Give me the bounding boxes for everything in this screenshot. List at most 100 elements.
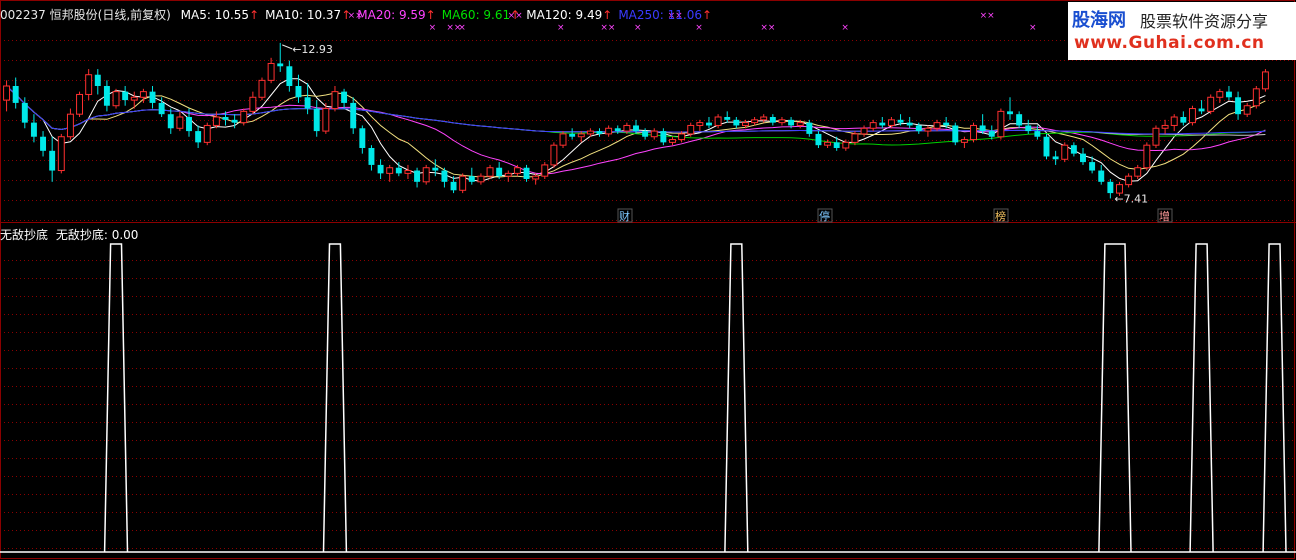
candle-body-up bbox=[76, 93, 84, 115]
candle-body-up bbox=[559, 133, 567, 146]
candle-body-down bbox=[897, 119, 904, 123]
candle-body-up bbox=[623, 124, 631, 132]
candle-body-up bbox=[751, 119, 759, 124]
ma-legend: MA5: 10.55↑ MA10: 10.37↑ MA20: 9.59↑ MA60: … bbox=[175, 8, 712, 22]
candle-body-up bbox=[240, 110, 248, 124]
candle-body-up bbox=[66, 113, 74, 138]
event-marker-0: 财 bbox=[619, 209, 630, 223]
indicator-spike bbox=[1189, 243, 1214, 553]
candle-body-down bbox=[706, 122, 712, 126]
ma-label: MA20: 9.59↑ bbox=[357, 8, 436, 22]
signal-x-marker: × bbox=[634, 23, 642, 33]
candle-body-up bbox=[249, 96, 257, 112]
candle-body-down bbox=[806, 122, 813, 134]
stock-code: 002237 bbox=[0, 8, 46, 22]
ma-label: MA250: 11.06↑ bbox=[618, 8, 713, 22]
ma-up-arrow: ↑ bbox=[702, 8, 713, 22]
candle-body-up bbox=[742, 122, 749, 126]
candle-body-up bbox=[404, 170, 412, 174]
chart-grid bbox=[0, 0, 1296, 559]
candle-body-up bbox=[605, 127, 613, 135]
candle-body-up bbox=[1216, 91, 1224, 98]
candle-body-up bbox=[504, 172, 512, 177]
candle-body-up bbox=[1161, 124, 1169, 129]
indicator-spike bbox=[322, 243, 348, 553]
candle-body-down bbox=[952, 125, 959, 143]
indicator-spike bbox=[724, 243, 749, 553]
candle-body-up bbox=[650, 130, 658, 138]
candle-body-down bbox=[496, 167, 503, 177]
ma-label: MA120: 9.49↑ bbox=[526, 8, 613, 22]
candle-body-down bbox=[569, 133, 576, 137]
candle-body-up bbox=[714, 116, 722, 126]
candle-body-down bbox=[1080, 153, 1086, 163]
ma-up-arrow: ↑ bbox=[510, 8, 521, 22]
candle-body-down bbox=[1235, 97, 1242, 115]
candle-body-down bbox=[596, 131, 603, 134]
candle-body-down bbox=[377, 164, 384, 174]
candle-body-down bbox=[1180, 117, 1187, 123]
candle-body-up bbox=[331, 91, 339, 110]
candle-body-up bbox=[112, 91, 120, 107]
candle-body-down bbox=[277, 63, 284, 67]
candle-body-down bbox=[167, 114, 174, 129]
candle-body-down bbox=[222, 117, 229, 120]
candle-body-down bbox=[231, 119, 238, 123]
candle-body-up bbox=[1207, 96, 1215, 112]
candle-body-up bbox=[970, 124, 977, 141]
candle-body-up bbox=[851, 133, 859, 143]
candle-body-down bbox=[660, 131, 667, 143]
candle-body-up bbox=[760, 116, 768, 121]
candle-body-up bbox=[869, 122, 877, 129]
candle-body-down bbox=[1034, 131, 1041, 137]
candle-body-up bbox=[486, 167, 494, 177]
candle-body-up bbox=[824, 141, 832, 146]
indicator-header: 无敌抄底 无敌抄底: 0.00 bbox=[0, 226, 138, 243]
candle-body-up bbox=[1061, 144, 1069, 160]
ma-label: MA5: 10.55↑ bbox=[180, 8, 260, 22]
candlestick-series bbox=[3, 42, 1269, 199]
indicator-spike bbox=[1098, 243, 1132, 553]
candle-body-up bbox=[778, 119, 786, 124]
candle-body-down bbox=[815, 133, 822, 146]
signal-x-marker: × bbox=[1029, 23, 1037, 33]
candle-body-up bbox=[586, 130, 594, 135]
candle-body-down bbox=[1089, 162, 1096, 171]
candle-body-up bbox=[696, 122, 704, 126]
candle-body-down bbox=[158, 102, 165, 115]
candle-body-up bbox=[541, 164, 549, 177]
candle-body-down bbox=[1043, 136, 1050, 157]
candle-body-down bbox=[122, 91, 129, 101]
high-pointer bbox=[282, 44, 293, 50]
candle-body-up bbox=[860, 127, 868, 135]
candle-body-up bbox=[933, 122, 941, 129]
candle-body-up bbox=[57, 136, 65, 172]
signal-x-marker: × bbox=[841, 23, 849, 33]
candle-body-up bbox=[139, 91, 147, 98]
candle-body-up bbox=[212, 116, 220, 126]
candle-body-up bbox=[1125, 175, 1133, 186]
logo-url: www.Guhai.com.cn bbox=[1074, 33, 1265, 53]
candle-body-down bbox=[149, 91, 156, 103]
candle-body-down bbox=[286, 66, 293, 86]
candle-body-up bbox=[550, 144, 558, 166]
candle-body-up bbox=[669, 139, 676, 143]
candle-body-up bbox=[960, 139, 968, 143]
candle-body-up bbox=[1243, 105, 1251, 115]
candle-body-down bbox=[313, 108, 320, 132]
candle-body-up bbox=[386, 167, 394, 174]
candle-body-up bbox=[422, 167, 430, 183]
candle-body-down bbox=[988, 131, 995, 137]
candle-body-up bbox=[997, 110, 1005, 138]
candle-body-up bbox=[887, 119, 895, 126]
candle-body-down bbox=[295, 86, 302, 98]
indicator-title: 无敌抄底 bbox=[0, 228, 49, 242]
candle-body-up bbox=[1134, 167, 1142, 177]
candle-body-down bbox=[341, 91, 348, 103]
candle-body-down bbox=[350, 102, 357, 129]
candle-body-up bbox=[1188, 108, 1196, 124]
ma-label: MA60: 9.61↑ bbox=[441, 8, 521, 22]
low-label: ←7.41 bbox=[1114, 192, 1148, 205]
candle-body-down bbox=[304, 97, 311, 109]
candle-body-up bbox=[267, 62, 275, 81]
